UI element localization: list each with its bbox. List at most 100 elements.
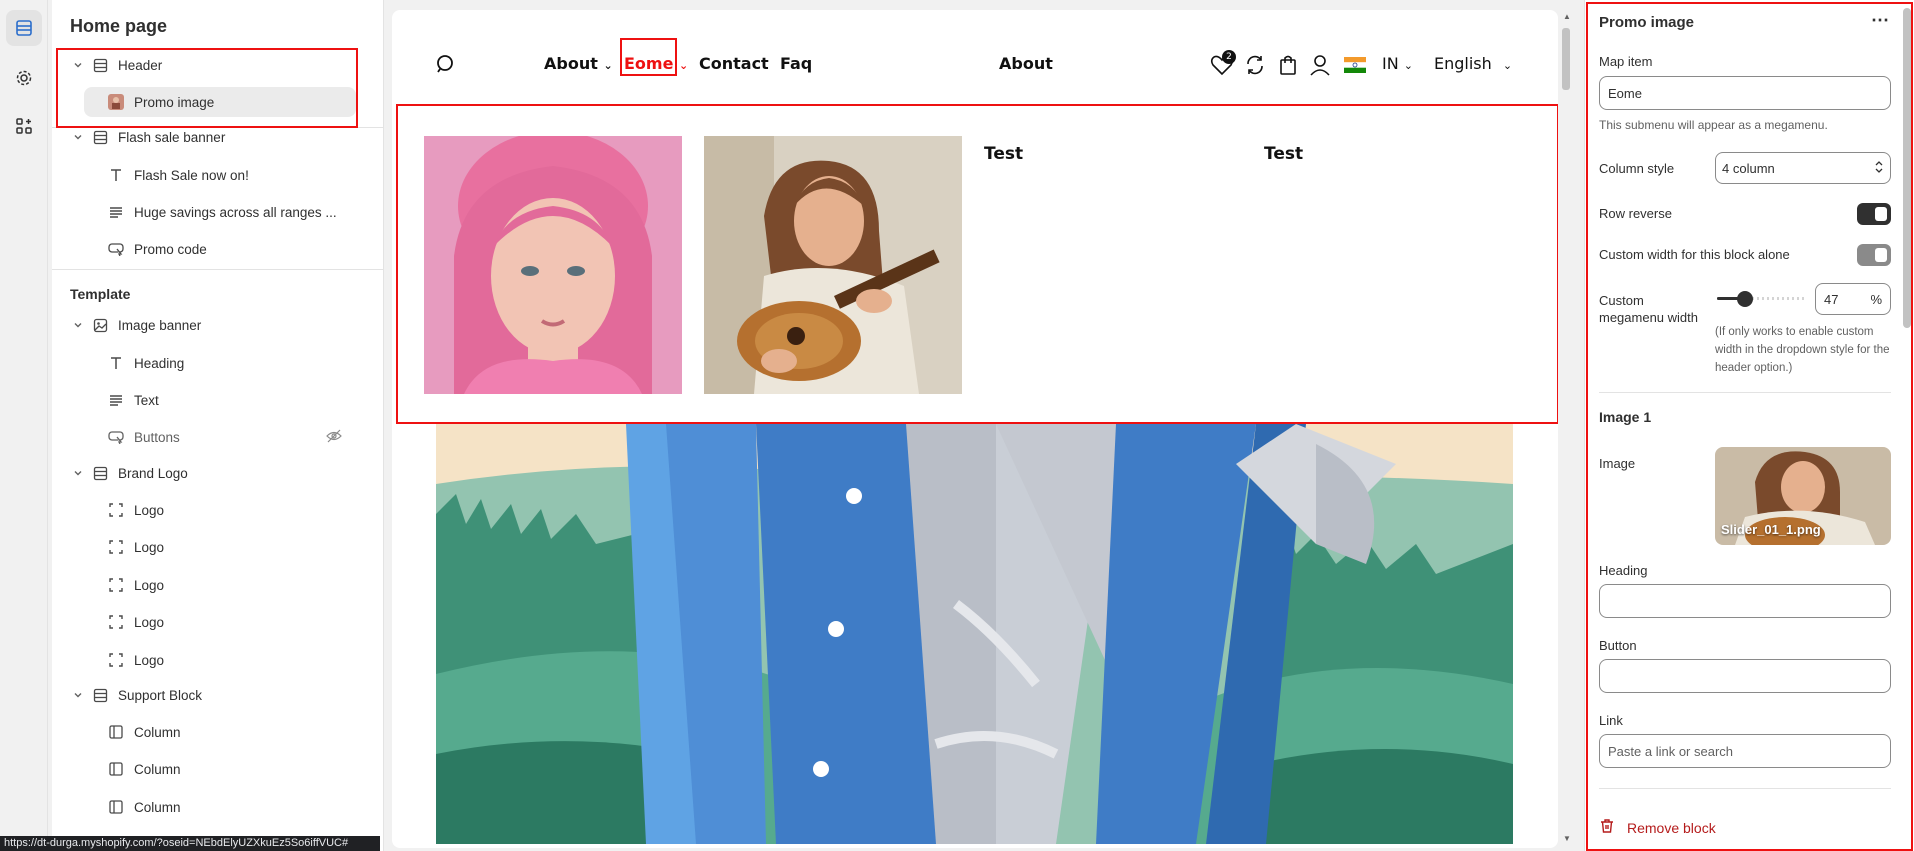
remove-block-label: Remove block <box>1627 819 1716 836</box>
trash-icon <box>1599 818 1615 837</box>
custom-width-toggle[interactable] <box>1857 244 1891 266</box>
cart-icon[interactable] <box>1278 54 1298 80</box>
preview-scrollbar[interactable]: ▲ ▼ <box>1560 10 1572 848</box>
chevron-down-icon[interactable] <box>70 468 86 478</box>
text-icon <box>106 168 126 182</box>
megamenu-width-input[interactable]: 47 % <box>1815 283 1891 315</box>
chevron-down-icon: ⌄ <box>1502 59 1513 72</box>
image-picker[interactable]: Slider_01_1.png <box>1715 447 1891 545</box>
tree-item-promo-code[interactable]: Promo code <box>52 234 362 264</box>
tree-item-column[interactable]: Column <box>52 717 362 747</box>
tree-item-support-block[interactable]: Support Block <box>52 680 362 710</box>
chevron-down-icon: ⌄ <box>679 59 689 72</box>
image1-heading: Image 1 <box>1599 409 1652 425</box>
tree-item-flash-sale-text[interactable]: Flash Sale now on! <box>52 160 362 190</box>
chevron-down-icon[interactable] <box>70 690 86 700</box>
megamenu-image-pink-hair[interactable] <box>424 136 682 394</box>
tree-item-label: Logo <box>134 652 165 668</box>
tree-item-header[interactable]: Header <box>52 50 362 80</box>
tree-item-logo[interactable]: Logo <box>52 495 362 525</box>
account-icon[interactable] <box>1310 54 1330 80</box>
megamenu-column-title[interactable]: Test <box>1264 144 1303 164</box>
page-title: Home page <box>70 16 168 36</box>
tree-item-huge-savings[interactable]: Huge savings across all ranges ... <box>52 197 362 227</box>
tree-item-brand-logo[interactable]: Brand Logo <box>52 458 362 488</box>
store-header: About ⌄ Eome ⌄ Contact Faq About 2 IN ⌄ <box>392 10 1558 105</box>
sections-nav-button[interactable] <box>6 10 42 46</box>
tree-item-label: Promo code <box>134 241 207 257</box>
tree-item-buttons[interactable]: Buttons <box>52 422 362 452</box>
scroll-down-arrow-icon[interactable]: ▼ <box>1563 834 1571 843</box>
remove-block-button[interactable]: Remove block <box>1599 818 1716 837</box>
tree-item-label: Huge savings across all ranges ... <box>134 204 337 220</box>
tree-item-column[interactable]: Column <box>52 754 362 784</box>
divider <box>52 269 383 270</box>
column-style-label: Column style <box>1599 161 1675 176</box>
status-bar-url: https://dt-durga.myshopify.com/?oseid=NE… <box>0 836 380 851</box>
tree-item-label: Column <box>134 724 181 740</box>
section-icon <box>90 466 110 481</box>
tree-item-image-banner[interactable]: Image banner <box>52 310 362 340</box>
chevron-down-icon[interactable] <box>70 320 86 330</box>
scroll-up-arrow-icon[interactable]: ▲ <box>1563 12 1571 21</box>
tree-item-label: Logo <box>134 502 165 518</box>
megamenu-column-title[interactable]: Test <box>984 144 1023 164</box>
template-group-label: Template <box>70 286 131 302</box>
link-input[interactable]: Paste a link or search <box>1599 734 1891 768</box>
left-rail <box>0 0 48 851</box>
hidden-eye-icon[interactable] <box>326 429 342 446</box>
nav-link-eome[interactable]: Eome ⌄ <box>624 54 688 73</box>
tree-item-flash-sale-banner[interactable]: Flash sale banner <box>52 122 362 152</box>
wishlist-icon[interactable]: 2 <box>1210 50 1236 80</box>
megamenu-width-help: (If only works to enable custom width in… <box>1715 326 1890 374</box>
nav-link-about[interactable]: About ⌄ <box>544 54 613 73</box>
tree-item-label: Text <box>134 392 159 408</box>
chevron-down-icon[interactable] <box>70 60 86 70</box>
tree-item-column[interactable]: Column <box>52 792 362 822</box>
custom-width-label: Custom width for this block alone <box>1599 247 1790 262</box>
text-icon <box>106 356 126 370</box>
chevron-down-icon: ⌄ <box>1403 59 1413 72</box>
nav-link-about-center[interactable]: About <box>999 54 1053 73</box>
tree-item-promo-image[interactable]: Promo image <box>84 87 356 117</box>
tree-item-heading[interactable]: Heading <box>52 348 362 378</box>
paragraph-icon <box>106 393 126 407</box>
megamenu-panel: Test Test <box>396 106 1558 424</box>
nav-link-faq[interactable]: Faq <box>780 54 812 73</box>
paragraph-icon <box>106 205 126 219</box>
select-arrows-icon <box>1874 160 1884 177</box>
search-icon[interactable] <box>436 54 456 78</box>
section-icon <box>90 130 110 145</box>
country-selector[interactable]: IN ⌄ <box>1382 54 1413 73</box>
image-label: Image <box>1599 456 1636 471</box>
column-icon <box>106 725 126 739</box>
tree-item-text[interactable]: Text <box>52 385 362 415</box>
more-options-icon[interactable]: ⋯ <box>1871 10 1890 31</box>
settings-scrollbar[interactable] <box>1903 8 1911 328</box>
compare-icon[interactable] <box>1244 54 1266 80</box>
button-input[interactable] <box>1599 659 1891 693</box>
preview-scrollbar-thumb[interactable] <box>1562 28 1570 90</box>
heading-input[interactable] <box>1599 584 1891 618</box>
map-item-input[interactable]: Eome <box>1599 76 1891 110</box>
tree-item-logo[interactable]: Logo <box>52 607 362 637</box>
column-style-select[interactable]: 4 column <box>1715 152 1891 184</box>
map-item-help: This submenu will appear as a megamenu. <box>1599 118 1828 132</box>
language-selector[interactable]: English ⌄ <box>1434 54 1512 73</box>
apps-nav-button[interactable] <box>6 108 42 144</box>
megamenu-image-guitar-girl[interactable] <box>704 136 962 394</box>
megamenu-width-slider-handle[interactable] <box>1737 291 1753 307</box>
block-settings-panel: Promo image ⋯ Map item Eome This submenu… <box>1584 0 1914 851</box>
nav-link-contact[interactable]: Contact <box>699 54 769 73</box>
megamenu-width-value: 47 <box>1824 291 1839 307</box>
chevron-down-icon[interactable] <box>70 132 86 142</box>
map-item-label: Map item <box>1599 54 1653 69</box>
row-reverse-toggle[interactable] <box>1857 203 1891 225</box>
tree-item-label: Logo <box>134 577 165 593</box>
tree-item-logo[interactable]: Logo <box>52 532 362 562</box>
tree-item-label: Image banner <box>118 317 202 333</box>
tree-item-logo[interactable]: Logo <box>52 570 362 600</box>
image-banner[interactable] <box>436 424 1513 844</box>
theme-settings-nav-button[interactable] <box>6 60 42 96</box>
tree-item-logo[interactable]: Logo <box>52 645 362 675</box>
